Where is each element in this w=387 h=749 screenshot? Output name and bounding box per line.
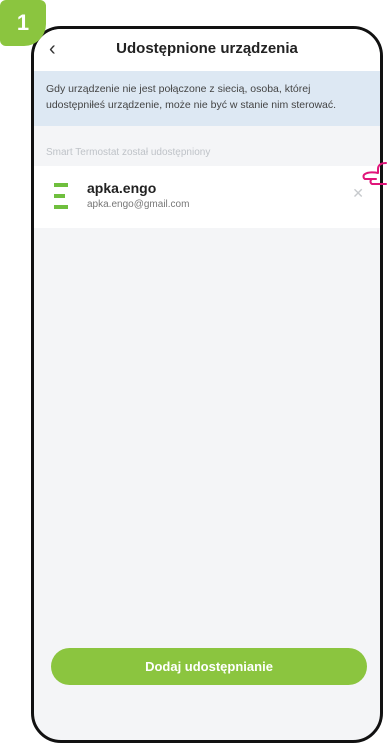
top-bar: ‹ Udostępnione urządzenia (34, 29, 380, 71)
section-label: Smart Termostat został udostępniony (46, 147, 211, 158)
engo-logo-icon (54, 183, 68, 209)
user-name: apka.engo (87, 180, 157, 196)
user-email: apka.engo@gmail.com (87, 199, 190, 210)
page-title: Udostępnione urządzenia (116, 40, 298, 57)
phone-frame: ‹ Udostępnione urządzenia Gdy urządzenie… (31, 26, 383, 743)
pointer-hand-icon (362, 162, 387, 185)
shared-user-row[interactable]: apka.engo apka.engo@gmail.com ✕ (34, 166, 380, 228)
add-share-button[interactable]: Dodaj udostępnianie (51, 648, 367, 685)
info-banner: Gdy urządzenie nie jest połączone z siec… (34, 71, 380, 126)
step-badge: 1 (0, 0, 46, 46)
